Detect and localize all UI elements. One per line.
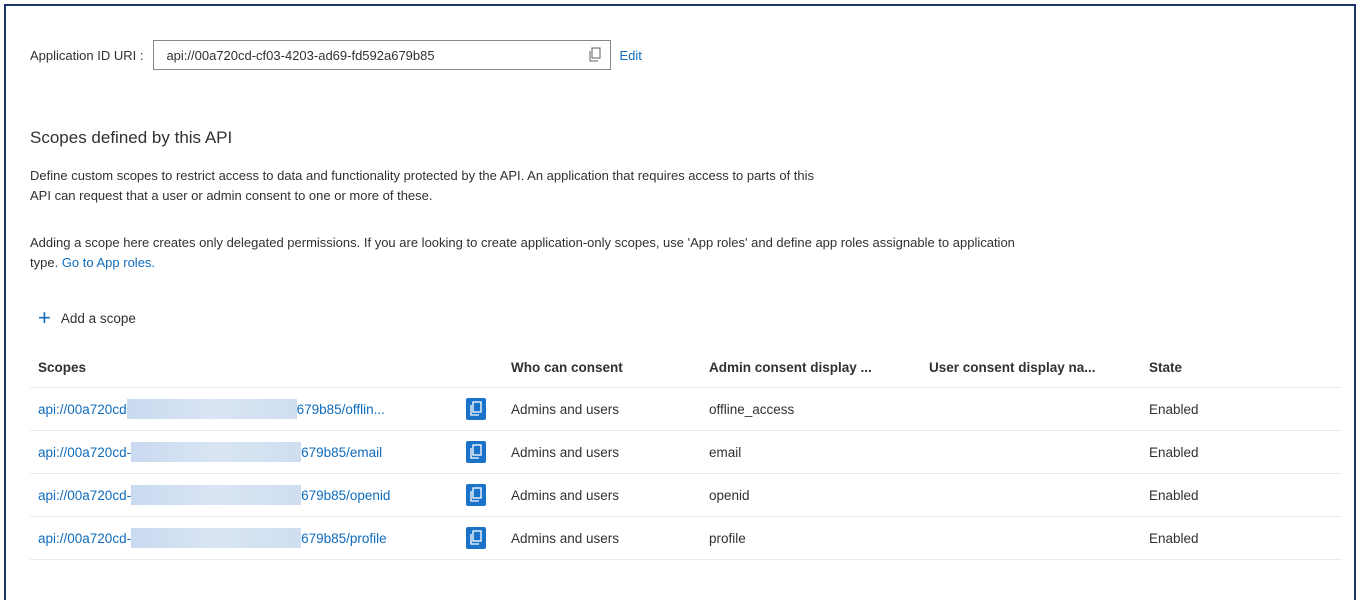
scope-link[interactable]: api://00a720cd- 679b85/openid [38,485,458,505]
redacted-block [131,485,302,505]
scope-link[interactable]: api://00a720cd- 679b85/email [38,442,458,462]
plus-icon: + [38,305,51,330]
scope-prefix: api://00a720cd- [38,444,132,460]
state-cell: Enabled [1141,387,1342,431]
scope-cell: api://00a720cd 679b85/offlin... [30,387,503,431]
scope-suffix: 679b85/openid [301,487,391,503]
scope-link[interactable]: api://00a720cd 679b85/offlin... [38,399,458,419]
scopes-description-line1: Define custom scopes to restrict access … [30,168,815,183]
table-row[interactable]: api://00a720cd 679b85/offlin... Admins an… [30,387,1342,431]
table-row[interactable]: api://00a720cd- 679b85/profile Admins and… [30,516,1342,560]
column-header-admin-consent-display[interactable]: Admin consent display ... [701,347,921,388]
scope-prefix: api://00a720cd- [38,487,132,503]
admin-consent-display-cell: profile [701,516,921,560]
delegated-permissions-note: Adding a scope here creates only delegat… [30,233,1340,273]
scope-suffix: 679b85/profile [301,530,387,546]
application-id-uri-row: Application ID URI : api://00a720cd-cf03… [30,40,642,70]
redacted-block [131,442,302,462]
scope-suffix: 679b85/email [301,444,383,460]
who-can-consent-cell: Admins and users [503,430,701,474]
edit-link[interactable]: Edit [619,48,641,63]
who-can-consent-cell: Admins and users [503,387,701,431]
column-header-who-can-consent[interactable]: Who can consent [503,347,701,388]
user-consent-display-cell [921,516,1141,560]
redacted-block [126,399,297,419]
delegated-permissions-type: type. [30,255,59,270]
column-header-scopes[interactable]: Scopes [30,347,503,388]
scope-cell: api://00a720cd- 679b85/openid [30,473,503,517]
admin-consent-display-cell: email [701,430,921,474]
user-consent-display-cell [921,473,1141,517]
scope-suffix: 679b85/offlin... [296,401,385,417]
application-id-uri-label: Application ID URI : [30,47,144,63]
scope-cell: api://00a720cd- 679b85/profile [30,516,503,560]
scope-prefix: api://00a720cd [38,401,127,417]
state-cell: Enabled [1141,473,1342,517]
go-to-app-roles-link[interactable]: Go to App roles. [62,255,155,270]
copy-icon[interactable] [466,441,486,463]
table-header-row: Scopes Who can consent Admin consent dis… [30,347,1342,388]
section-title: Scopes defined by this API [30,128,233,147]
scope-cell: api://00a720cd- 679b85/email [30,430,503,474]
user-consent-display-cell [921,430,1141,474]
state-cell: Enabled [1141,430,1342,474]
state-cell: Enabled [1141,516,1342,560]
scopes-description: Define custom scopes to restrict access … [30,166,1050,206]
admin-consent-display-cell: openid [701,473,921,517]
copy-icon[interactable] [588,47,602,63]
scope-link[interactable]: api://00a720cd- 679b85/profile [38,528,458,548]
delegated-permissions-text: Adding a scope here creates only delegat… [30,235,1015,250]
table-row[interactable]: api://00a720cd- 679b85/openid Admins and … [30,473,1342,517]
add-scope-button[interactable]: + Add a scope [38,305,136,330]
scopes-description-line2: API can request that a user or admin con… [30,188,433,203]
add-scope-label: Add a scope [60,310,136,326]
redacted-block [131,528,302,548]
scope-prefix: api://00a720cd- [38,530,132,546]
scopes-table: Scopes Who can consent Admin consent dis… [30,347,1342,560]
admin-consent-display-cell: offline_access [701,387,921,431]
table-row[interactable]: api://00a720cd- 679b85/email Admins and u… [30,430,1342,474]
copy-icon[interactable] [466,527,486,549]
who-can-consent-cell: Admins and users [503,473,701,517]
column-header-state[interactable]: State [1141,347,1342,388]
column-header-user-consent-display[interactable]: User consent display na... [921,347,1141,388]
who-can-consent-cell: Admins and users [503,516,701,560]
application-id-uri-value: api://00a720cd-cf03-4203-ad69-fd592a679b… [166,47,435,63]
user-consent-display-cell [921,387,1141,431]
application-id-uri-field[interactable]: api://00a720cd-cf03-4203-ad69-fd592a679b… [153,40,612,70]
copy-icon[interactable] [466,484,486,506]
copy-icon[interactable] [466,398,486,420]
